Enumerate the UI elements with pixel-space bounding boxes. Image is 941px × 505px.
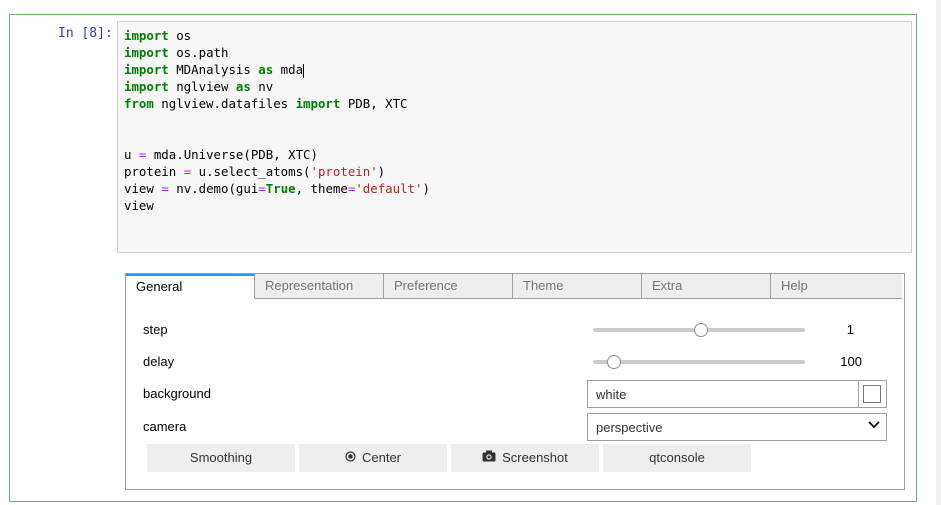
code-token: 'protein' [310,164,378,179]
code-line[interactable]: protein = u.select_atoms('protein') [124,163,905,180]
background-color-text[interactable]: white [596,387,626,402]
code-line[interactable] [124,129,905,146]
code-token: ) [422,181,430,196]
bullseye-icon [345,445,356,473]
code-token: from [124,96,154,111]
nglview-gui-widget: General Representation Preference Theme … [125,273,905,490]
smoothing-button-label: Smoothing [189,450,253,465]
code-token: 'default' [355,181,423,196]
code-token: import [124,28,169,43]
code-line[interactable]: view = nv.demo(gui=True, theme='default'… [124,180,905,197]
delay-slider-track[interactable] [593,360,805,364]
code-token: os [168,28,192,43]
code-token: protein [124,164,184,179]
camera-selected-value: perspective [596,420,663,435]
code-token: ) [377,164,386,179]
code-token: as [258,62,274,77]
tab-representation[interactable]: Representation [255,274,384,299]
code-token: view [124,198,154,213]
screenshot-button-label: Screenshot [502,450,568,465]
qtconsole-button-label: qtconsole [649,450,705,465]
code-token: import [295,96,341,111]
delay-slider-handle[interactable] [607,355,622,369]
tab-theme[interactable]: Theme [513,274,642,299]
code-token: , theme [295,181,348,196]
code-line[interactable]: import os.path [124,44,905,61]
background-color-swatch[interactable] [863,385,881,403]
code-token: MDAnalysis [168,62,259,77]
code-token: nv [250,79,274,94]
step-slider-handle[interactable] [694,323,709,337]
text-cursor [303,63,305,78]
code-line[interactable]: import nglview as nv [124,78,905,95]
code-token: u [124,147,139,162]
code-token: mda [273,62,304,77]
code-text[interactable]: import os import os.path import MDAnalysis… [118,22,911,219]
qtconsole-button[interactable]: qtconsole [603,444,751,472]
code-token: True [265,181,296,196]
code-line[interactable]: view [124,197,905,214]
step-label: step [143,322,168,337]
page-scrollbar[interactable] [936,0,941,505]
delay-label: delay [143,354,175,369]
tab-preference[interactable]: Preference [384,274,513,299]
tab-general[interactable]: General [126,274,255,299]
chevron-down-icon [868,418,880,433]
code-line[interactable]: import os [124,27,905,44]
camera-label: camera [143,419,187,434]
smoothing-button[interactable]: Smoothing [147,444,295,472]
code-line[interactable] [124,112,905,129]
code-token: mda.Universe(PDB, XTC) [146,147,318,162]
tab-bar: General Representation Preference Theme … [126,274,904,299]
code-line[interactable]: import MDAnalysis as mda [124,61,905,78]
tab-help[interactable]: Help [771,274,902,299]
tab-extra[interactable]: Extra [642,274,771,299]
input-prompt: In [8]: [58,26,113,41]
step-value: 1 [846,322,854,337]
code-token: = [258,181,266,196]
code-token: import [124,62,169,77]
code-token: import [124,45,169,60]
code-line[interactable]: u = mda.Universe(PDB, XTC) [124,146,905,163]
background-color-picker[interactable]: white [587,380,887,408]
screenshot-button[interactable]: Screenshot [451,444,599,472]
background-label: background [143,386,211,401]
delay-value: 100 [840,354,862,369]
center-button[interactable]: Center [299,444,447,472]
code-token: as [235,79,251,94]
code-token: os.path [168,45,229,60]
code-token: nglview [168,79,236,94]
code-token: import [124,79,169,94]
code-token: nglview.datafiles [153,96,296,111]
code-editor[interactable]: import os import os.path import MDAnalysis… [117,21,912,253]
center-button-label: Center [361,450,402,465]
code-line[interactable]: from nglview.datafiles import PDB, XTC [124,95,905,112]
code-token: view [124,181,162,196]
camera-select[interactable]: perspective [587,413,887,441]
background-swatch-button[interactable] [858,381,886,407]
code-token: nv.demo(gui [168,181,259,196]
code-token: PDB, XTC [340,96,408,111]
code-token: u.select_atoms( [191,164,311,179]
code-token: = [161,181,169,196]
camera-icon [482,445,496,473]
